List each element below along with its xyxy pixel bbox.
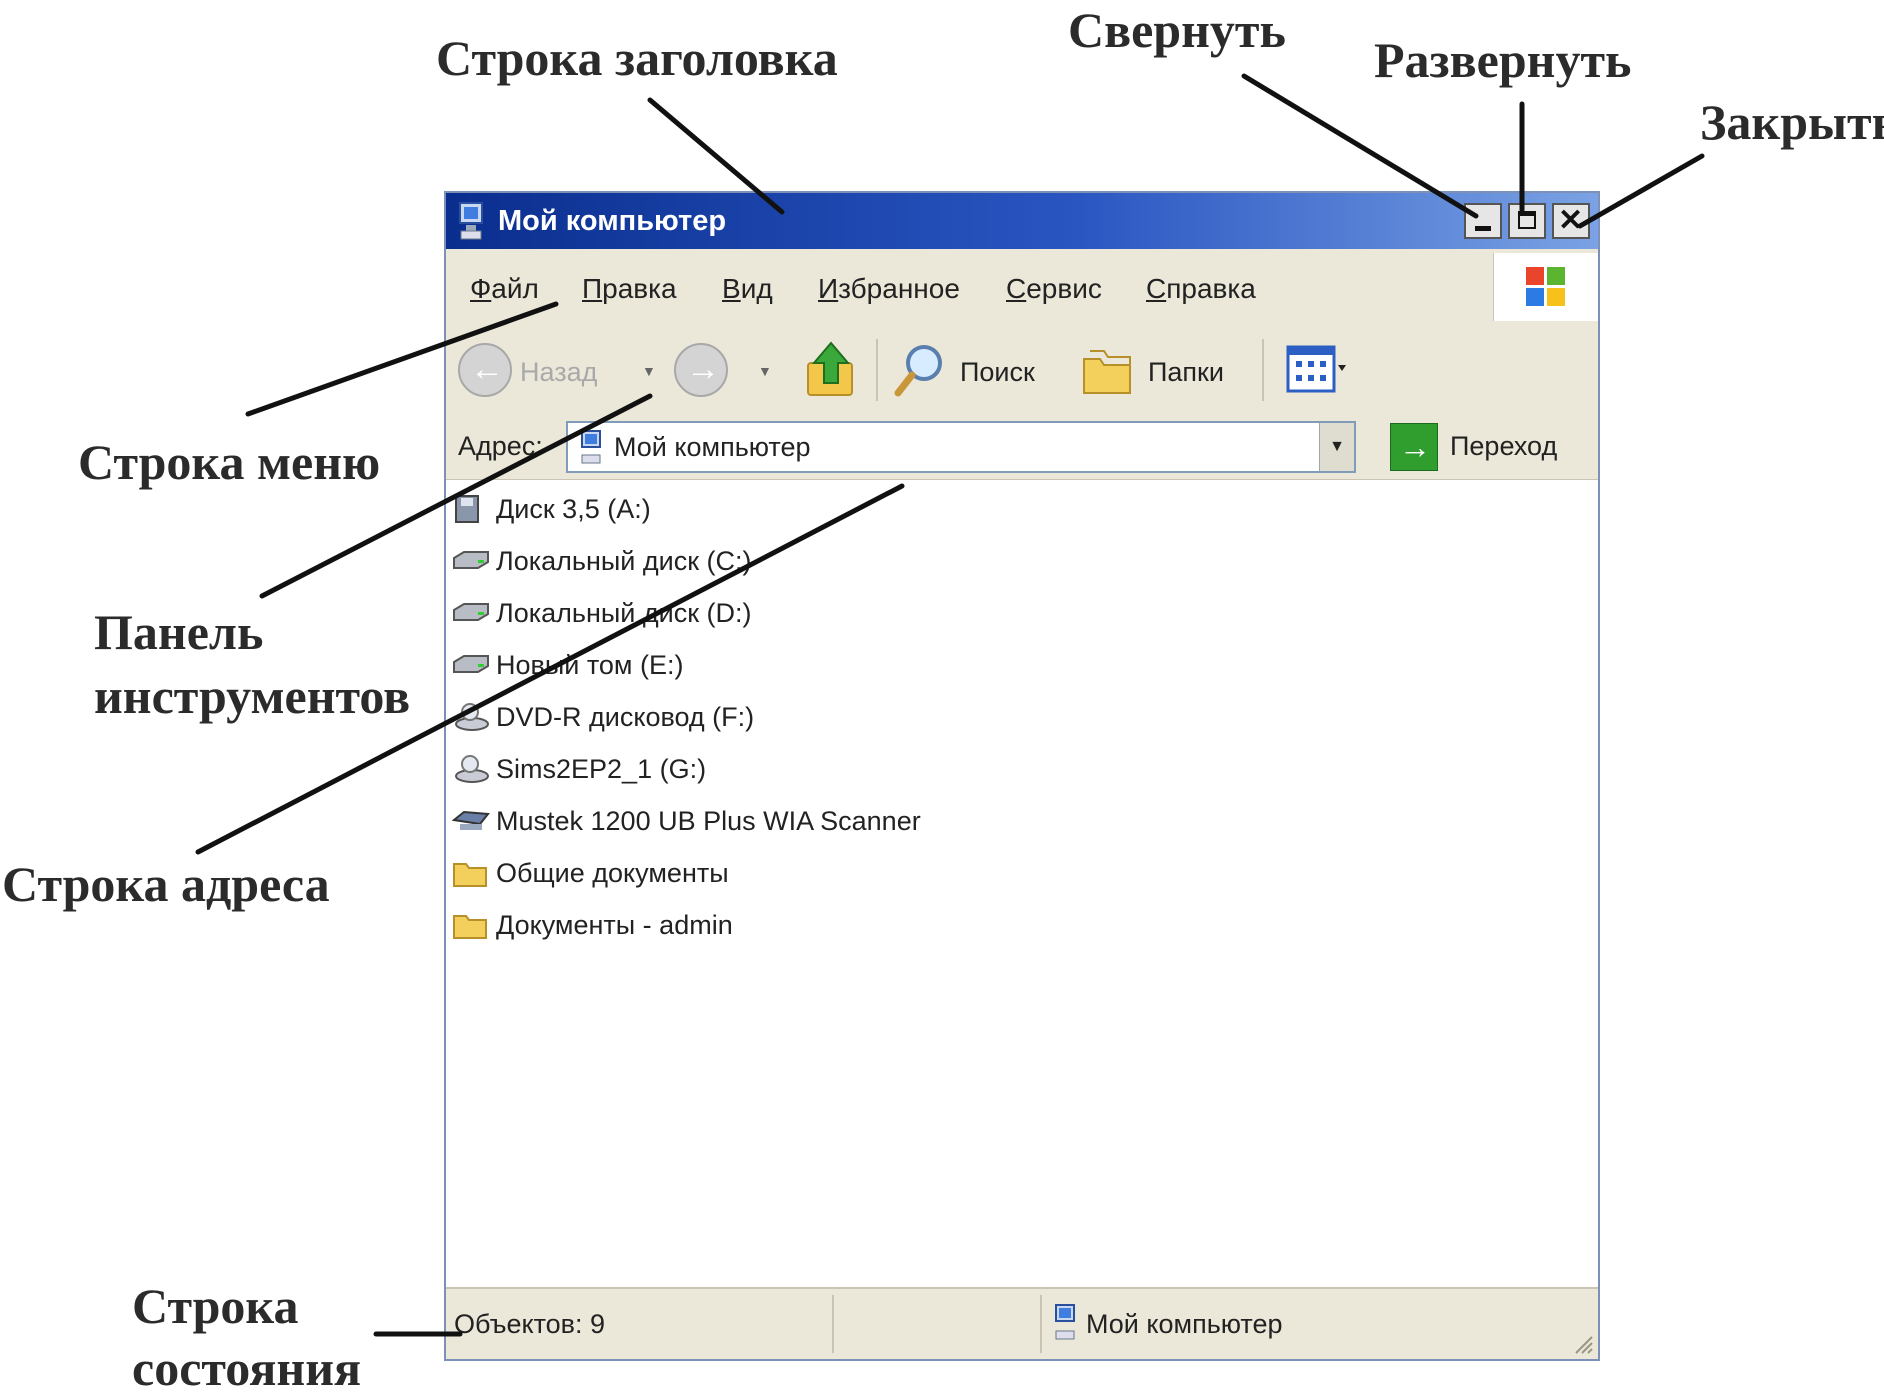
my-computer-icon xyxy=(581,430,601,464)
up-folder-icon[interactable] xyxy=(806,341,856,399)
windows-logo-icon xyxy=(1493,253,1598,321)
my-computer-icon xyxy=(1055,1304,1075,1340)
resize-grip-icon[interactable] xyxy=(1572,1333,1594,1355)
folders-button[interactable]: Папки xyxy=(1148,357,1224,388)
folder-icon xyxy=(453,863,487,887)
back-arrow-icon: ← xyxy=(470,350,504,388)
explorer-window: Мой компьютер ✕ Файл Правка Вид Избранно… xyxy=(444,191,1600,1361)
hard-drive-icon xyxy=(453,551,489,569)
dvd-drive-icon xyxy=(455,703,489,731)
status-separator xyxy=(832,1295,834,1353)
forward-arrow-icon: → xyxy=(686,350,720,388)
toolbar-separator xyxy=(876,339,878,401)
address-value: Мой компьютер xyxy=(614,432,811,462)
title-bar[interactable]: Мой компьютер ✕ xyxy=(446,193,1598,249)
callout-maximize: Развернуть xyxy=(1374,32,1632,88)
menu-view[interactable]: Вид xyxy=(722,273,773,305)
status-separator xyxy=(1040,1295,1042,1353)
callout-menu-bar: Строка меню xyxy=(78,434,381,490)
hard-drive-icon xyxy=(453,603,489,621)
address-input[interactable]: Мой компьютер ▼ xyxy=(566,421,1356,473)
callout-address-bar: Строка адреса xyxy=(2,856,330,912)
forward-dropdown-icon[interactable]: ▼ xyxy=(758,363,772,379)
item-label: Документы - admin xyxy=(496,910,733,940)
callout-close: Закрыть xyxy=(1700,94,1884,150)
item-label: Локальный диск (C:) xyxy=(496,546,752,576)
callout-status-bar-line2: состояния xyxy=(132,1340,362,1396)
menu-file[interactable]: Файл xyxy=(470,273,539,305)
my-computer-icon xyxy=(459,202,483,240)
go-label[interactable]: Переход xyxy=(1450,431,1557,462)
forward-button[interactable]: → xyxy=(674,343,728,397)
item-label: Mustek 1200 UB Plus WIA Scanner xyxy=(496,806,921,836)
folders-icon xyxy=(1083,350,1131,394)
back-button[interactable]: ← xyxy=(458,343,512,397)
maximize-icon xyxy=(1518,211,1536,229)
address-bar: Адрес: Мой компьютер ▼ → Переход xyxy=(446,415,1598,480)
back-dropdown-icon[interactable]: ▼ xyxy=(642,363,656,379)
close-icon: ✕ xyxy=(1558,204,1584,237)
go-arrow-icon: → xyxy=(1399,429,1431,465)
menu-tools[interactable]: Сервис xyxy=(1006,273,1102,305)
search-icon xyxy=(894,345,942,397)
status-bar: Объектов: 9 Мой компьютер xyxy=(446,1287,1598,1359)
item-label: Локальный диск (D:) xyxy=(496,598,752,628)
minimize-icon xyxy=(1475,226,1491,231)
callout-minimize: Свернуть xyxy=(1068,2,1286,58)
maximize-button[interactable] xyxy=(1508,203,1546,239)
scanner-icon xyxy=(452,810,490,830)
search-button[interactable]: Поиск xyxy=(960,357,1035,388)
go-button[interactable]: → xyxy=(1390,423,1438,471)
menu-bar: Файл Правка Вид Избранное Сервис Справка xyxy=(446,249,1598,326)
item-label: Новый том (E:) xyxy=(496,650,684,680)
close-button[interactable]: ✕ xyxy=(1552,203,1590,239)
callout-title-bar: Строка заголовка xyxy=(436,30,838,86)
toolbar: ← Назад ▼ → ▼ Поиск Папки xyxy=(446,325,1598,416)
views-icon[interactable] xyxy=(1286,345,1346,395)
hard-drive-icon xyxy=(453,655,489,673)
folder-icon xyxy=(453,915,487,939)
address-label: Адрес: xyxy=(458,431,543,461)
callout-status-bar-line1: Строка xyxy=(132,1278,299,1334)
item-label: Диск 3,5 (A:) xyxy=(496,494,651,524)
minimize-button[interactable] xyxy=(1464,203,1502,239)
floppy-drive-icon xyxy=(455,495,479,523)
item-label: Общие документы xyxy=(496,858,729,888)
toolbar-separator xyxy=(1262,339,1264,401)
item-label: DVD-R дисковод (F:) xyxy=(496,702,755,732)
window-title: Мой компьютер xyxy=(498,205,727,237)
status-location: Мой компьютер xyxy=(1086,1309,1283,1339)
item-label: Sims2EP2_1 (G:) xyxy=(496,754,707,784)
menu-favorites[interactable]: Избранное xyxy=(818,273,960,305)
file-list: Диск 3,5 (A:) Локальный диск (C:) Локаль… xyxy=(446,480,1598,1280)
back-label: Назад xyxy=(520,357,598,387)
callout-toolbar-line1: Панель xyxy=(94,604,264,660)
status-object-count: Объектов: 9 xyxy=(454,1309,606,1339)
address-dropdown-button[interactable]: ▼ xyxy=(1319,423,1354,471)
menu-edit[interactable]: Правка xyxy=(582,273,677,305)
menu-help[interactable]: Справка xyxy=(1146,273,1256,305)
callout-toolbar-line2: инструментов xyxy=(94,668,411,724)
cd-drive-icon xyxy=(455,755,489,783)
